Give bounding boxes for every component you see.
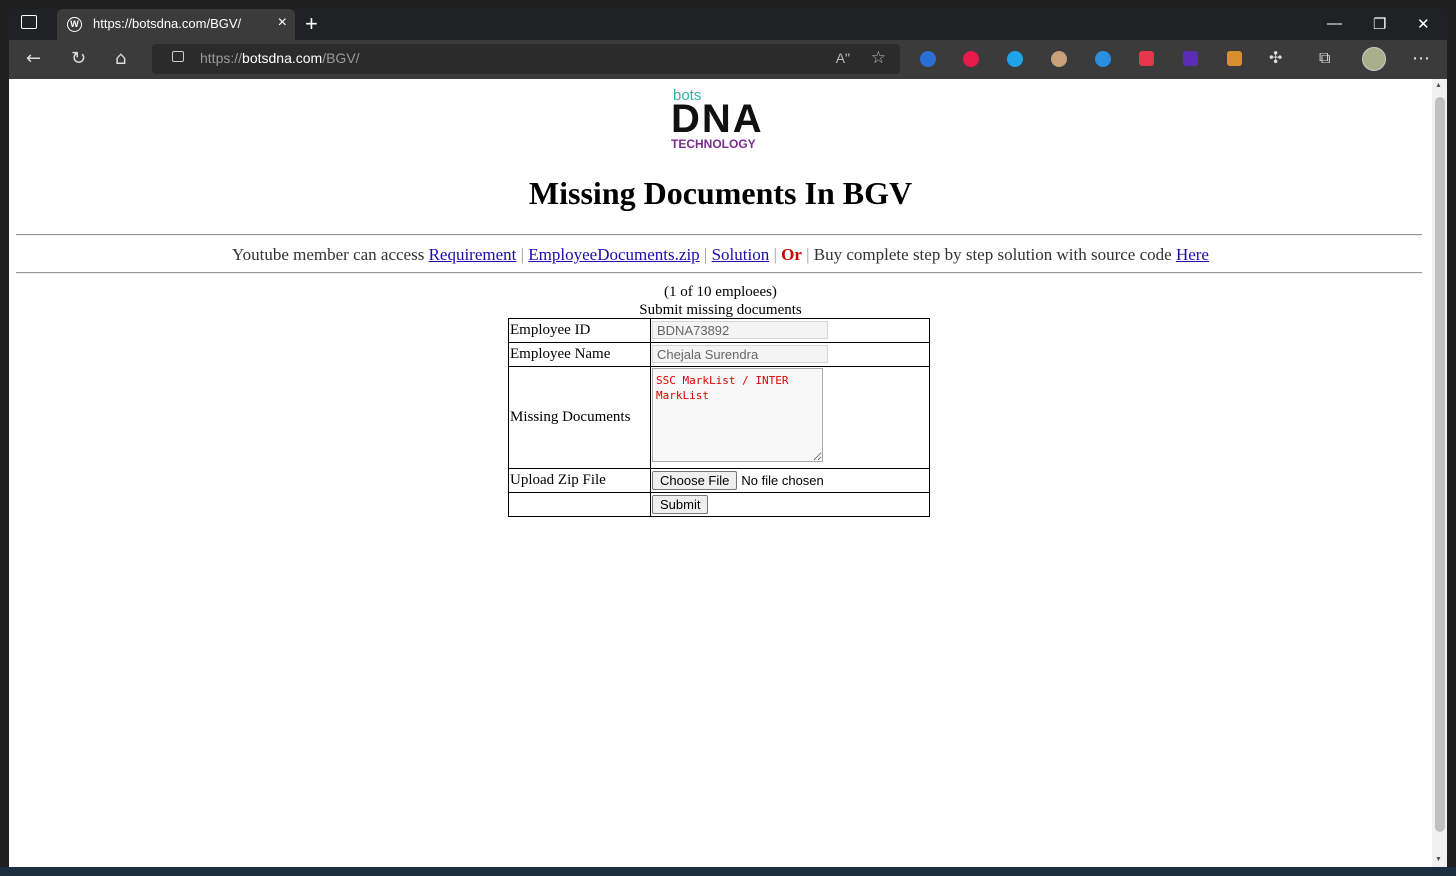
page-title: Missing Documents In BGV	[528, 175, 913, 211]
vertical-scrollbar[interactable]: ▲ ▼	[1432, 79, 1447, 867]
employee-name-input[interactable]	[652, 345, 828, 364]
scroll-up-icon[interactable]: ▲	[1435, 81, 1442, 89]
favorites-icon[interactable]: ☆	[871, 48, 886, 68]
browser-window: W https://botsdna.com/BGV/ × + — ❐ ✕ ← ↻…	[9, 9, 1447, 867]
profile-avatar[interactable]	[1362, 47, 1386, 71]
upload-zip-label: Upload Zip File	[508, 468, 651, 493]
requirement-link[interactable]: Requirement	[429, 245, 517, 264]
employee-counter: (1 of 10 emploees)	[664, 284, 777, 300]
extensions-icon[interactable]: ✣	[1269, 48, 1282, 67]
page-content: bots DNA TECHNOLOGY Missing Documents In…	[9, 79, 1432, 867]
counter-block: (1 of 10 emploees) Submit missing docume…	[9, 283, 1432, 319]
links-bar: Youtube member can access Requirement | …	[9, 245, 1432, 265]
url-text[interactable]: https://botsdna.com/BGV/	[200, 50, 360, 66]
botsdna-logo: bots DNA TECHNOLOGY	[671, 87, 781, 153]
more-menu-icon[interactable]: ⋯	[1412, 48, 1430, 69]
back-icon[interactable]: ←	[26, 48, 41, 69]
missing-documents-form: Employee ID Employee Name Missing Docume…	[508, 318, 930, 517]
submit-button[interactable]: Submit	[652, 495, 709, 514]
employee-id-input[interactable]	[652, 321, 828, 340]
pipe-separator: |	[520, 245, 525, 264]
or-text: Or	[781, 245, 802, 264]
tab-title: https://botsdna.com/BGV/	[93, 16, 242, 31]
missing-documents-textarea[interactable]: SSC MarkList / INTER MarkList	[652, 368, 823, 462]
refresh-icon[interactable]: ↻	[71, 48, 86, 69]
links-intro: Youtube member can access	[232, 245, 425, 264]
close-tab-icon[interactable]: ×	[278, 14, 287, 32]
pipe-separator: |	[703, 245, 708, 264]
home-icon[interactable]: ⌂	[115, 48, 126, 69]
restore-icon[interactable]: ❐	[1373, 15, 1386, 33]
missing-documents-label: Missing Documents	[508, 366, 651, 469]
read-aloud-icon[interactable]: Aʺ	[836, 50, 850, 66]
address-bar[interactable]: https://botsdna.com/BGV/ Aʺ ☆	[152, 44, 900, 74]
buy-text: Buy complete step by step solution with …	[813, 245, 1172, 264]
tab-bar: W https://botsdna.com/BGV/ × + — ❐ ✕	[9, 9, 1447, 40]
new-tab-icon[interactable]: +	[305, 11, 318, 37]
divider-top	[16, 234, 1422, 236]
extension-icon-5[interactable]	[1095, 51, 1111, 67]
extension-icon-1[interactable]	[920, 51, 936, 67]
employee-id-label: Employee ID	[508, 318, 651, 343]
collections-icon[interactable]: ⧉	[1319, 48, 1330, 68]
pipe-separator: |	[773, 245, 777, 264]
no-file-chosen-text: No file chosen	[741, 473, 824, 488]
extension-icon-3[interactable]	[1007, 51, 1023, 67]
pipe-separator: |	[806, 245, 810, 264]
pocket-icon[interactable]	[1139, 51, 1154, 66]
solution-link[interactable]: Solution	[712, 245, 770, 264]
empty-cell	[508, 492, 651, 517]
logo-technology: TECHNOLOGY	[671, 137, 756, 151]
close-window-icon[interactable]: ✕	[1417, 15, 1430, 33]
extension-icon-7[interactable]	[1183, 51, 1198, 66]
employee-documents-zip-link[interactable]: EmployeeDocuments.zip	[528, 245, 699, 264]
minimize-icon[interactable]: —	[1327, 15, 1342, 32]
form-subtitle: Submit missing documents	[639, 302, 802, 318]
employee-name-label: Employee Name	[508, 342, 651, 367]
browser-toolbar: ← ↻ ⌂ https://botsdna.com/BGV/ Aʺ ☆ ✣ ⧉ …	[9, 40, 1447, 79]
lock-icon[interactable]	[172, 51, 184, 62]
taskbar	[0, 867, 1456, 876]
logo-dna: DNA	[671, 97, 764, 141]
active-tab[interactable]: W https://botsdna.com/BGV/ ×	[57, 9, 295, 40]
divider-bottom	[16, 272, 1422, 274]
scroll-down-icon[interactable]: ▼	[1435, 855, 1442, 863]
extension-icon-4[interactable]	[1051, 51, 1067, 67]
here-link[interactable]: Here	[1176, 245, 1209, 264]
extension-icon-8[interactable]	[1227, 51, 1242, 66]
tab-actions-icon[interactable]	[21, 15, 37, 29]
wordpress-icon: W	[67, 17, 82, 32]
scrollbar-thumb[interactable]	[1435, 97, 1445, 832]
choose-file-button[interactable]: Choose File	[652, 471, 738, 490]
extension-icon-2[interactable]	[963, 51, 979, 67]
